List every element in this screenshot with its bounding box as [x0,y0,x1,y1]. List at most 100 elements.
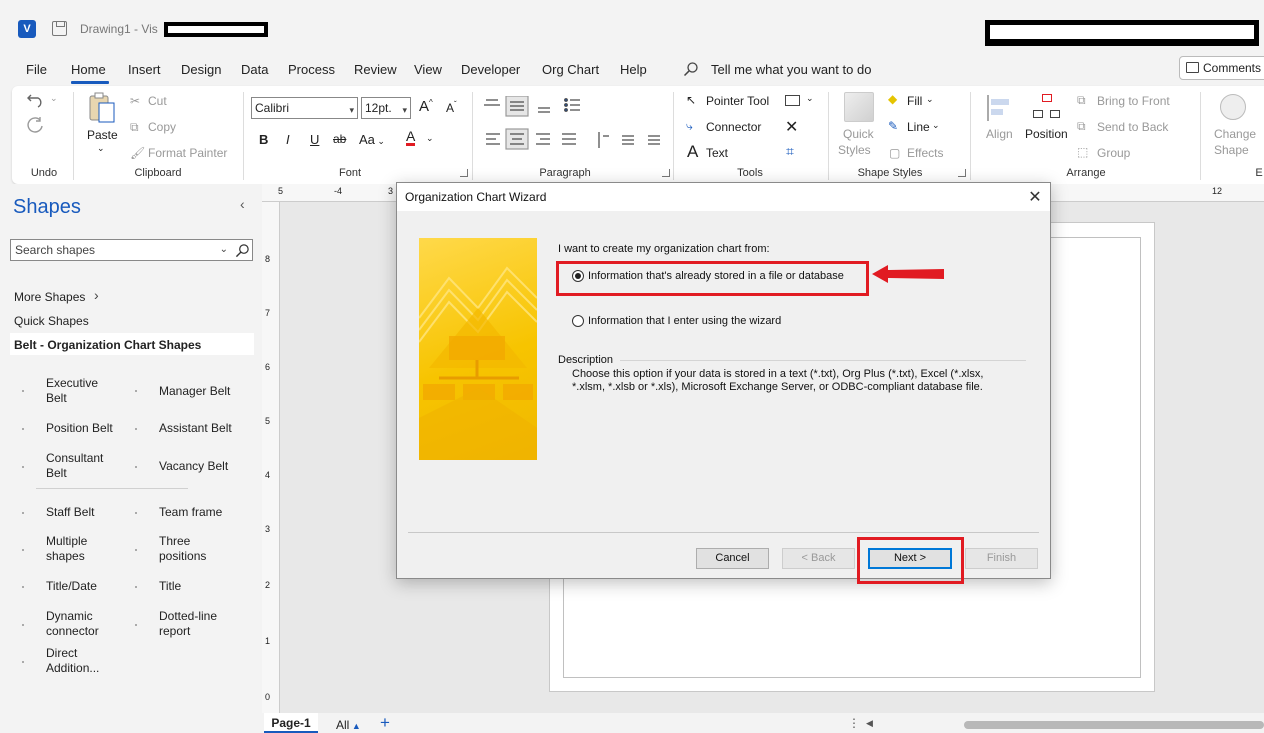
undo-icon[interactable] [26,92,46,108]
stencil-item-title[interactable]: Title [159,579,181,594]
close-x-icon[interactable]: ✕ [785,117,798,137]
tell-me-search[interactable]: Tell me what you want to do [711,62,871,77]
cut-button[interactable]: Cut [148,94,167,108]
page-tab-page-1[interactable]: Page-1 [264,713,318,733]
shape-bullet-icon [22,586,24,588]
font-dialog-launcher-icon[interactable] [460,169,468,177]
ruler-tick-label: 2 [265,580,271,590]
strikethrough-button[interactable]: ab [333,132,346,146]
scroll-left-icon[interactable]: ◀ [866,718,873,729]
font-color-chevron-icon[interactable]: ⌄ [426,133,434,144]
stencil-item-staff-belt[interactable]: Staff Belt [46,505,94,520]
align-icon[interactable] [987,95,1013,121]
stencil-item-assistant-belt[interactable]: Assistant Belt [159,421,232,436]
grow-font-button[interactable]: A^ [419,98,433,115]
italic-button[interactable]: I [286,132,290,147]
close-icon[interactable]: ✕ [1027,187,1043,207]
stencil-item-vacancy-belt[interactable]: Vacancy Belt [159,459,228,474]
ruler-tick-label: 6 [265,362,271,372]
horizontal-scrollbar[interactable] [964,721,1264,729]
line-button[interactable]: Line [907,120,930,134]
font-color-button[interactable]: A [406,129,416,146]
search-icon[interactable] [235,243,250,258]
tab-help[interactable]: Help [620,62,647,77]
more-options-icon[interactable]: ⋮ [848,716,860,730]
stencil-item-label: positions [159,549,207,563]
position-button[interactable]: Position [1025,127,1068,141]
stencil-item-executive-belt[interactable]: Executive Belt [46,376,98,406]
paragraph-dialog-launcher-icon[interactable] [662,169,670,177]
all-pages-button[interactable]: All ▲ [336,718,361,732]
add-page-button[interactable]: + [380,713,390,733]
change-shape-icon[interactable] [1220,94,1246,120]
tab-review[interactable]: Review [354,62,397,77]
cancel-button[interactable]: Cancel [696,548,769,569]
position-icon[interactable] [1033,94,1061,122]
stencil-item-direct-addition[interactable]: Direct Addition... [46,646,99,676]
redo-icon[interactable] [26,116,46,134]
line-chevron-icon[interactable]: ⌄ [932,120,940,131]
stencil-item-consultant-belt[interactable]: Consultant Belt [46,451,103,481]
pointer-tool-button[interactable]: Pointer Tool [706,94,769,108]
quick-styles-label-2: Styles [838,143,871,157]
send-to-back-button[interactable]: Send to Back [1097,120,1168,134]
finish-button[interactable]: Finish [965,548,1038,569]
connector-button[interactable]: Connector [706,120,761,134]
align-button[interactable]: Align [986,127,1013,141]
tab-view[interactable]: View [414,62,442,77]
font-family-select[interactable]: Calibri ▾ [251,97,358,119]
bold-button[interactable]: B [259,132,268,147]
group-label-shape-styles: Shape Styles [857,167,923,179]
crop-tool-icon[interactable]: ⌗ [786,143,794,160]
shrink-font-button[interactable]: Aˇ [446,100,457,115]
collapse-pane-chevron-icon[interactable]: ‹ [240,196,245,212]
save-icon[interactable] [52,21,67,36]
tab-developer[interactable]: Developer [461,62,520,77]
stencil-item-position-belt[interactable]: Position Belt [46,421,113,436]
quick-shapes-link[interactable]: Quick Shapes [14,314,89,328]
tab-process[interactable]: Process [288,62,335,77]
quick-styles-icon[interactable] [844,92,874,122]
stencil-item-dotted-line-report[interactable]: Dotted-line report [159,609,217,639]
tab-home[interactable]: Home [71,62,106,77]
tab-file[interactable]: File [26,62,47,77]
fill-button[interactable]: Fill [907,94,922,108]
tab-insert[interactable]: Insert [128,62,161,77]
fill-chevron-icon[interactable]: ⌄ [926,94,934,105]
stencil-item-dynamic-connector[interactable]: Dynamic connector [46,609,99,639]
bring-to-front-button[interactable]: Bring to Front [1097,94,1170,108]
stencil-belt-org-chart[interactable]: Belt - Organization Chart Shapes [14,338,201,352]
group-button[interactable]: Group [1097,146,1130,160]
chevron-down-icon: ▾ [402,105,407,115]
paste-icon[interactable] [87,92,117,124]
stencil-item-manager-belt[interactable]: Manager Belt [159,384,230,399]
change-case-button[interactable]: Aa ⌄ [359,132,385,147]
rectangle-icon[interactable] [785,95,800,106]
tab-org-chart[interactable]: Org Chart [542,62,599,77]
back-button[interactable]: < Back [782,548,855,569]
format-painter-button[interactable]: Format Painter [148,146,227,160]
stencil-item-title-date[interactable]: Title/Date [46,579,97,594]
shapes-chevron-icon[interactable]: ⌄ [806,93,814,104]
search-shapes-input[interactable]: Search shapes ⌄ [10,239,253,261]
stencil-item-three-positions[interactable]: Three positions [159,534,206,564]
text-tool-button[interactable]: Text [706,146,728,160]
copy-button[interactable]: Copy [148,120,176,134]
comments-button[interactable]: Comments [1179,56,1264,80]
tab-data[interactable]: Data [241,62,268,77]
font-size-select[interactable]: 12pt. ▾ [361,97,411,119]
underline-button[interactable]: U [310,132,319,147]
stencil-item-multiple-shapes[interactable]: Multiple shapes [46,534,87,564]
more-shapes-link[interactable]: More Shapes [14,290,85,304]
tab-design[interactable]: Design [181,62,221,77]
stencil-item-team-frame[interactable]: Team frame [159,505,222,520]
paste-button[interactable]: Paste [87,128,118,142]
radio-label-enter-wizard[interactable]: Information that I enter using the wizar… [588,315,781,327]
shape-styles-dialog-launcher-icon[interactable] [958,169,966,177]
effects-button[interactable]: Effects [907,146,943,160]
undo-dropdown-chevron-icon[interactable]: ⌄ [50,93,58,104]
divider [73,92,74,180]
chevron-down-icon[interactable]: ⌄ [220,240,228,260]
paste-chevron-icon[interactable]: ⌄ [97,143,105,154]
radio-enter-wizard[interactable] [572,315,584,327]
